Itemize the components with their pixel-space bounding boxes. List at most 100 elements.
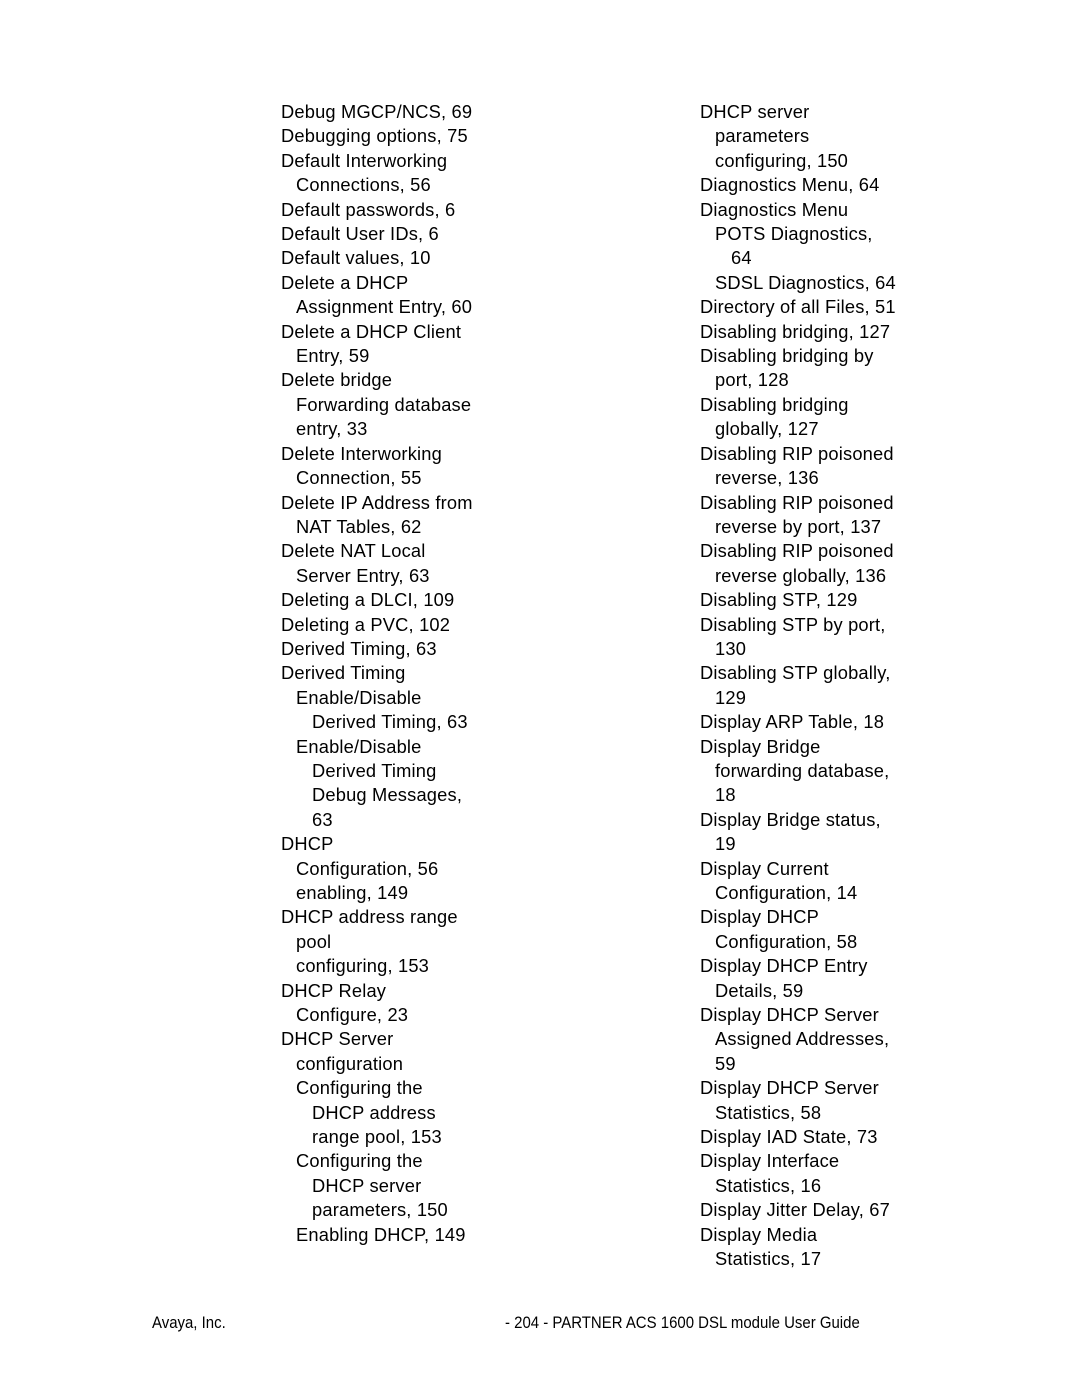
index-entry: Display ARP Table, 18	[700, 711, 885, 733]
index-entry: configuration	[296, 1052, 404, 1074]
index-entry: forwarding database,	[715, 759, 890, 781]
index-entry: Default User IDs, 6	[281, 223, 439, 245]
index-entry: reverse, 136	[715, 467, 819, 489]
index-entry: Default passwords, 6	[281, 198, 456, 220]
index-entry: range pool, 153	[312, 1126, 442, 1148]
index-entry: Deleting a PVC, 102	[281, 613, 451, 635]
page-footer: Avaya, Inc. - 204 - PARTNER ACS 1600 DSL…	[0, 1312, 1080, 1342]
index-entry: Disabling bridging by	[700, 345, 874, 367]
index-entry: Disabling STP globally,	[700, 662, 891, 684]
index-entry: Display Bridge	[700, 735, 821, 757]
index-entry: POTS Diagnostics,	[715, 223, 873, 245]
index-entry: configuring, 150	[715, 149, 849, 171]
index-entry: Statistics, 58	[715, 1101, 822, 1123]
index-entry: Diagnostics Menu	[700, 198, 849, 220]
index-entry: configuring, 153	[296, 955, 430, 977]
index-entry: Debug MGCP/NCS, 69	[281, 101, 473, 122]
index-entry: Configuration, 56	[296, 857, 439, 879]
index-entry: Delete NAT Local	[281, 540, 426, 562]
index-entry: Debug Messages,	[312, 784, 463, 806]
index-entry: Assignment Entry, 60	[296, 296, 473, 318]
index-entry: 129	[715, 686, 747, 708]
index-entry: 64	[731, 247, 752, 269]
index-entry: Display Media	[700, 1223, 818, 1245]
index-entry: Assigned Addresses,	[715, 1028, 890, 1050]
index-entry: Enable/Disable	[296, 735, 422, 757]
index-entry: Derived Timing	[312, 759, 437, 781]
index-entry: Configuring the	[296, 1077, 423, 1099]
index-entry: Statistics, 16	[715, 1174, 822, 1196]
index-entry: Configure, 23	[296, 1004, 409, 1026]
index-entry: Statistics, 17	[715, 1248, 822, 1270]
index-entry: Display DHCP Server	[700, 1077, 879, 1099]
index-entry: Configuring the	[296, 1150, 423, 1172]
index-entry: pool	[296, 930, 332, 952]
index-entry: Configuration, 14	[715, 882, 858, 903]
index-entry: Disabling bridging	[700, 393, 849, 415]
index-entry: Disabling STP by port,	[700, 613, 886, 635]
index-entry: DHCP	[281, 833, 334, 855]
index-entry: Forwarding database	[296, 393, 472, 415]
index-entry: DHCP server	[700, 101, 810, 122]
index-entry: DHCP server	[312, 1174, 422, 1196]
index-entry: Disabling RIP poisoned	[700, 442, 894, 464]
index-entry: entry, 33	[296, 418, 368, 440]
index-entry: Diagnostics Menu, 64	[700, 174, 880, 196]
index-entry: Delete IP Address from	[281, 491, 473, 513]
index-entry: Display IAD State, 73	[700, 1126, 878, 1148]
index-entry: Default Interworking	[281, 149, 448, 171]
index-entry: 59	[715, 1052, 736, 1074]
index-entry: enabling, 149	[296, 882, 409, 903]
index-entry: Disabling bridging, 127	[700, 320, 891, 342]
index-entry: Disabling STP, 129	[700, 589, 858, 611]
index-entry: Disabling RIP poisoned	[700, 491, 894, 513]
index-entry: Derived Timing, 63	[281, 637, 437, 659]
index-entry: Delete bridge	[281, 369, 393, 391]
index-column-left: Debug MGCP/NCS, 69 Debugging options, 75 D…	[281, 100, 611, 1247]
index-entry: Entry, 59	[296, 345, 370, 367]
index-entry: Enable/Disable	[296, 686, 422, 708]
index-entry: NAT Tables, 62	[296, 515, 422, 537]
index-entry: Connections, 56	[296, 174, 431, 196]
index-entry: Display Bridge status,	[700, 808, 881, 830]
index-entry: Debugging options, 75	[281, 125, 468, 147]
index-entry: 18	[715, 784, 736, 806]
index-entry: Derived Timing, 63	[312, 711, 468, 733]
index-entry: DHCP Relay	[281, 979, 387, 1001]
index-entry: Configuration, 58	[715, 930, 858, 952]
index-entry: Display DHCP Server	[700, 1004, 879, 1026]
index-entry: globally, 127	[715, 418, 819, 440]
index-entry: reverse globally, 136	[715, 564, 887, 586]
index-entry: Default values, 10	[281, 247, 431, 269]
index-column-right: DHCP server parameters configuring, 150 Dia…	[700, 100, 1030, 1272]
index-entry: Server Entry, 63	[296, 564, 430, 586]
index-entry: Enabling DHCP, 149	[296, 1223, 466, 1245]
index-entry: 63	[312, 808, 333, 830]
index-entry: Delete a DHCP	[281, 271, 409, 293]
index-entry: port, 128	[715, 369, 789, 391]
index-entry: 130	[715, 637, 747, 659]
index-entry: Connection, 55	[296, 467, 422, 489]
index-entry: DHCP address range	[281, 906, 458, 928]
index-entry: DHCP address	[312, 1101, 436, 1123]
index-entry: Delete Interworking	[281, 442, 442, 464]
index-entry: Display Interface	[700, 1150, 840, 1172]
index-page: Debug MGCP/NCS, 69 Debugging options, 75 D…	[0, 0, 1080, 1397]
index-entry: parameters	[715, 125, 810, 147]
index-entry: Derived Timing	[281, 662, 406, 684]
index-entry: SDSL Diagnostics, 64	[715, 271, 896, 293]
index-entry: 19	[715, 833, 736, 855]
index-entry: Deleting a DLCI, 109	[281, 589, 455, 611]
index-entry: Delete a DHCP Client	[281, 320, 462, 342]
index-entry: DHCP Server	[281, 1028, 394, 1050]
index-entry: reverse by port, 137	[715, 515, 882, 537]
index-entry: Disabling RIP poisoned	[700, 540, 894, 562]
index-entry: Display Current	[700, 857, 829, 879]
index-entry: Display DHCP Entry	[700, 955, 868, 977]
index-entry: Display Jitter Delay, 67	[700, 1199, 890, 1221]
index-entry: Display DHCP	[700, 906, 820, 928]
index-entry: Directory of all Files, 51	[700, 296, 896, 318]
footer-document-title: - 204 - PARTNER ACS 1600 DSL module User…	[505, 1313, 860, 1332]
footer-company: Avaya, Inc.	[152, 1313, 226, 1332]
index-entry: parameters, 150	[312, 1199, 448, 1221]
